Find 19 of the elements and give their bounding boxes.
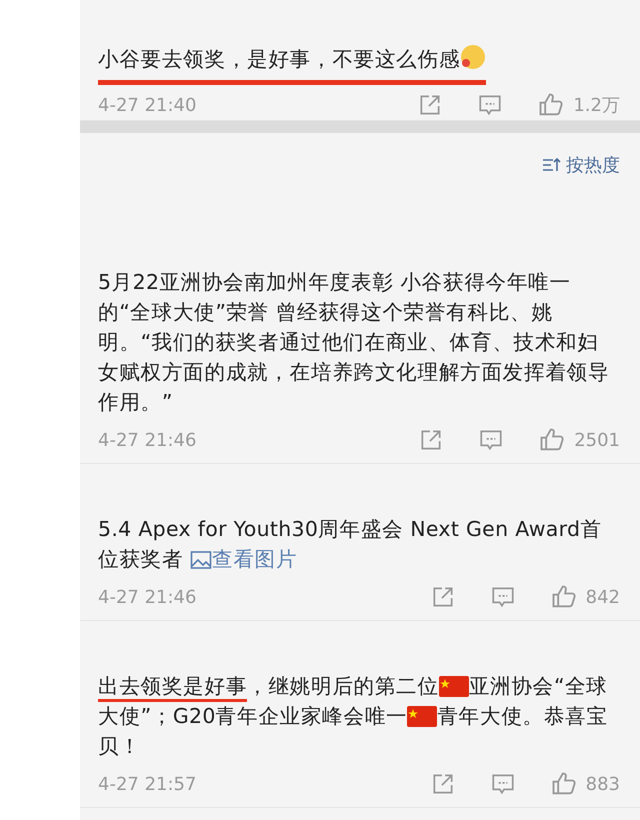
comment-text: 出去领奖是好事，继姚明后的第二位 亚洲协会“全球大使”；G20青年企业家峰会唯一 青年大使。恭喜宝贝！ xyxy=(98,673,609,760)
comment-text: 5月22亚洲协会南加州年度表彰 小谷获得今年唯一的“全球大使”荣誉 曾经获得这个荣誉有科比、姚明。“我们的获奖者通过他们在商业、体育、技术和妇女赋权方面的成就，在培养跨文化理解方面发挥着领导作用。” xyxy=(98,269,610,416)
comment-text: 小谷要去领奖，是好事，不要这么伤感 xyxy=(98,44,620,90)
timestamp: 4-27 21:57 xyxy=(98,774,198,794)
comment-text: 5.4 Apex for Youth30周年盛会 Next Gen Award首位获奖者 查看图片 xyxy=(98,516,603,573)
view-image-link[interactable]: 查看图片 xyxy=(190,547,298,571)
like-count: 1.2万 xyxy=(573,94,620,117)
sort-icon xyxy=(542,157,562,173)
emoji-icon xyxy=(460,44,486,70)
sort-button[interactable]: 按热度 xyxy=(542,153,620,177)
timestamp: 4-27 21:46 xyxy=(98,586,198,608)
like-count: 2501 xyxy=(574,430,620,450)
image-icon xyxy=(190,550,212,570)
like-count: 842 xyxy=(586,586,620,608)
timestamp: 4-27 21:46 xyxy=(98,430,198,450)
timestamp: 4-27 21:40 xyxy=(98,94,198,116)
like-count: 883 xyxy=(586,774,620,794)
flag-icon xyxy=(407,706,438,727)
flag-icon xyxy=(438,676,469,697)
